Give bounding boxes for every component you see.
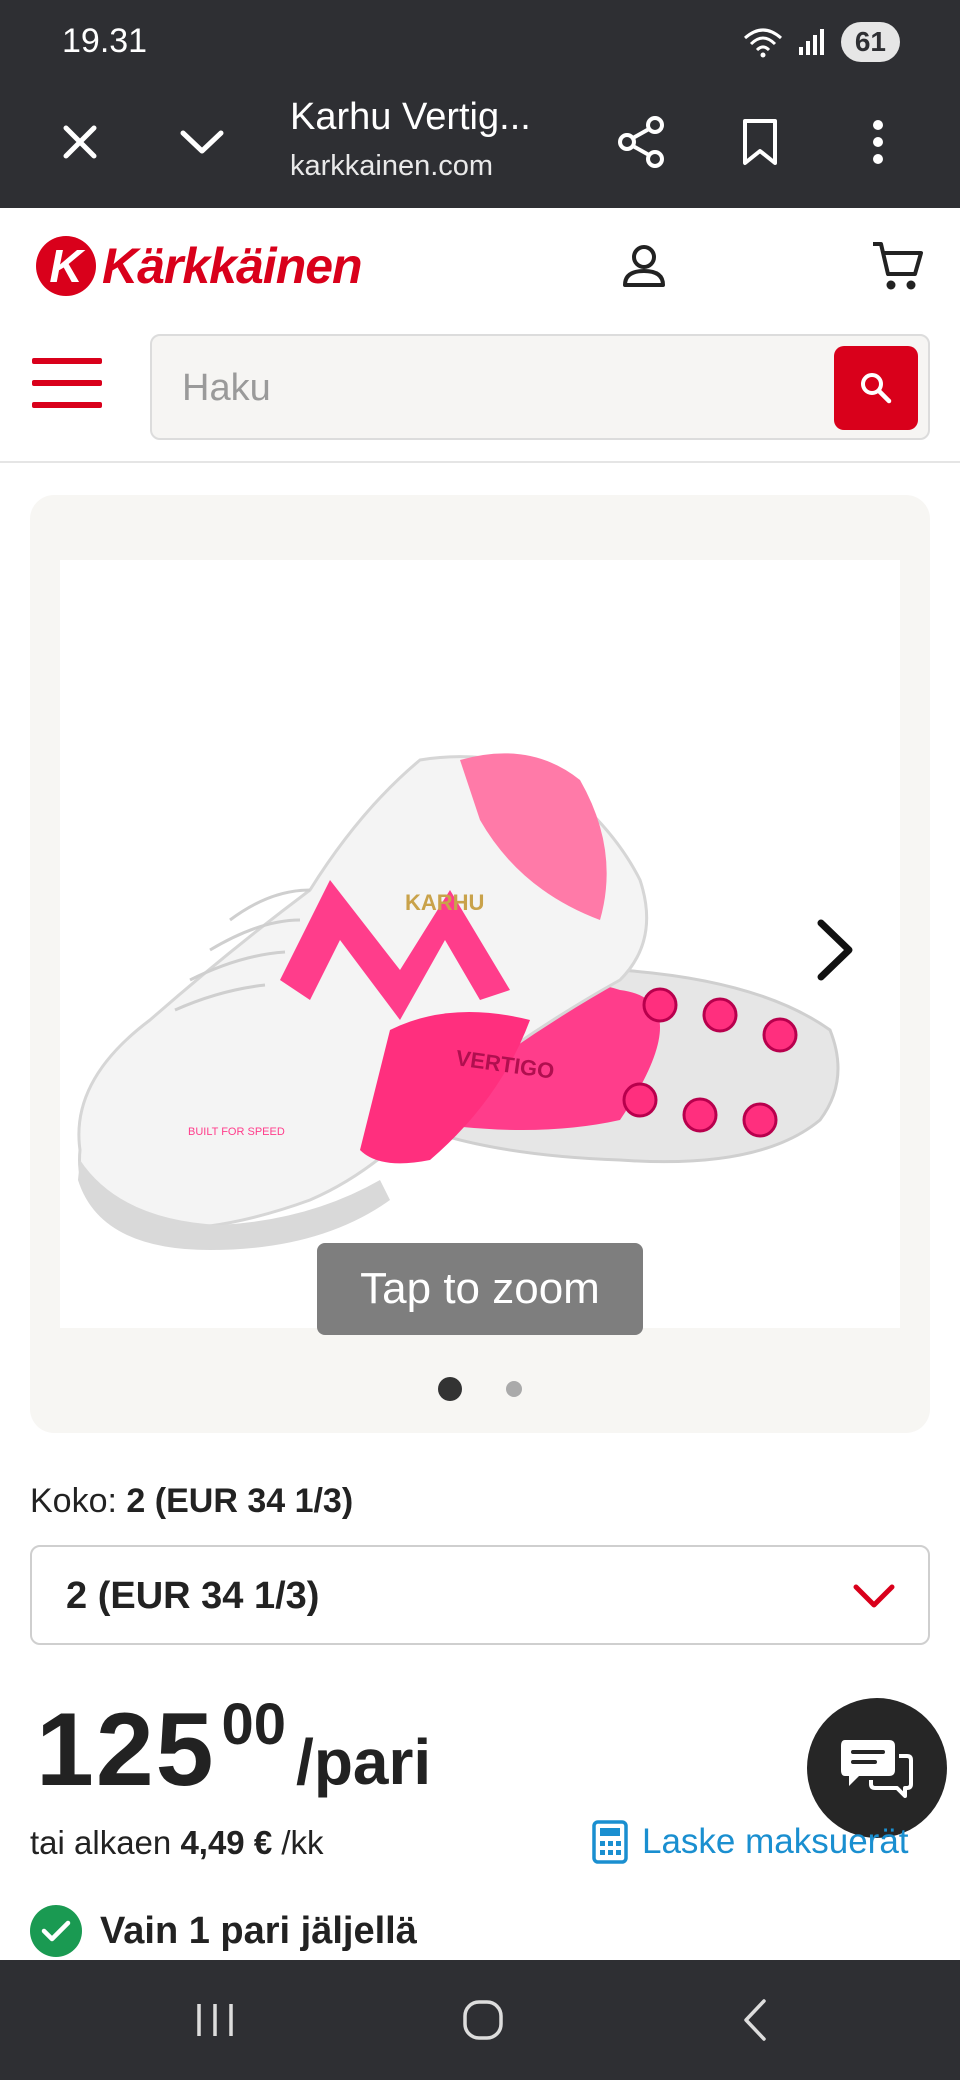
size-label-value: 2 (EUR 34 1/3) <box>126 1482 354 1520</box>
more-vert-icon <box>873 120 883 164</box>
size-select-value: 2 (EUR 34 1/3) <box>66 1575 320 1617</box>
product-gallery: KARHU VERTIGO BUILT FOR SPEED Tap to zoo… <box>30 495 930 1433</box>
site-logo[interactable]: K Kärkkäinen <box>36 234 363 298</box>
search-input[interactable] <box>182 360 802 416</box>
calculator-icon <box>592 1820 628 1864</box>
site-header: K Kärkkäinen <box>0 208 960 463</box>
chevron-down-icon <box>853 1584 895 1608</box>
close-icon <box>63 125 97 159</box>
price-integer: 125 <box>36 1692 216 1808</box>
next-image-button[interactable] <box>800 910 870 990</box>
more-options-button[interactable] <box>846 110 910 174</box>
cart-button[interactable] <box>866 234 930 298</box>
search-bar <box>150 334 930 440</box>
chat-button[interactable] <box>807 1698 947 1838</box>
share-icon <box>618 116 664 168</box>
zoom-hint[interactable]: Tap to zoom <box>317 1243 643 1335</box>
browser-toolbar: Karhu Vertig... karkkainen.com <box>0 86 960 208</box>
bookmark-icon <box>743 119 777 165</box>
account-button[interactable] <box>612 234 676 298</box>
size-label-prefix: Koko: <box>30 1482 117 1520</box>
back-button[interactable] <box>715 1990 795 2050</box>
battery-icon: 61 <box>840 22 900 62</box>
signal-icon <box>798 29 824 55</box>
collapse-button[interactable] <box>170 110 234 174</box>
gallery-pagination <box>30 1377 930 1401</box>
shoe-tagline: BUILT FOR SPEED <box>188 1126 285 1138</box>
back-icon <box>744 1999 766 2041</box>
system-navigation-bar <box>0 1960 960 2080</box>
shoe-brand: KARHU <box>405 890 484 915</box>
installment-info: tai alkaen 4,49 € /kk <box>30 1824 324 1862</box>
gallery-dot[interactable] <box>506 1381 522 1397</box>
chevron-right-icon <box>817 919 853 981</box>
price-unit: /pari <box>296 1726 432 1798</box>
recents-icon <box>197 2004 233 2036</box>
status-bar: 19.31 61 <box>0 0 960 86</box>
menu-icon <box>32 358 102 364</box>
account-icon <box>623 245 665 287</box>
home-icon <box>463 2000 503 2040</box>
price-decimals: 00 <box>221 1692 287 1757</box>
search-button[interactable] <box>834 346 918 430</box>
installment-suffix: /kk <box>281 1824 324 1861</box>
stock-text: Vain 1 pari jäljellä <box>100 1909 417 1952</box>
chat-icon <box>841 1740 913 1798</box>
size-select[interactable]: 2 (EUR 34 1/3) <box>30 1545 930 1645</box>
check-circle-icon <box>30 1905 82 1957</box>
status-time: 19.31 <box>62 22 148 60</box>
wifi-icon <box>743 28 782 58</box>
bookmark-button[interactable] <box>728 110 792 174</box>
installment-amount: 4,49 € <box>180 1824 273 1861</box>
stock-status: Vain 1 pari jäljellä <box>30 1905 417 1957</box>
gallery-dot-active[interactable] <box>438 1377 462 1401</box>
page-url[interactable]: karkkainen.com <box>290 150 493 183</box>
page-title[interactable]: Karhu Vertig... <box>290 96 531 139</box>
search-icon <box>861 373 892 404</box>
shoe-image: KARHU VERTIGO BUILT FOR SPEED <box>77 753 840 1250</box>
share-button[interactable] <box>610 110 674 174</box>
product-image[interactable]: KARHU VERTIGO BUILT FOR SPEED <box>60 560 900 1328</box>
chevron-down-icon <box>180 130 224 154</box>
logo-mark: K <box>36 236 96 296</box>
logo-text: Kärkkäinen <box>102 238 363 294</box>
installment-prefix: tai alkaen <box>30 1824 172 1861</box>
close-tab-button[interactable] <box>48 110 112 174</box>
status-icons: 61 <box>743 22 900 62</box>
size-label: Koko: 2 (EUR 34 1/3) <box>30 1482 353 1521</box>
menu-button[interactable] <box>32 358 102 408</box>
recents-button[interactable] <box>175 1990 255 2050</box>
product-price: 125 00 /pari <box>36 1692 432 1808</box>
home-button[interactable] <box>443 1990 523 2050</box>
cart-icon <box>873 242 923 290</box>
calculate-installments-link[interactable]: Laske maksuerät <box>592 1820 909 1864</box>
calculate-installments-label: Laske maksuerät <box>642 1822 909 1861</box>
